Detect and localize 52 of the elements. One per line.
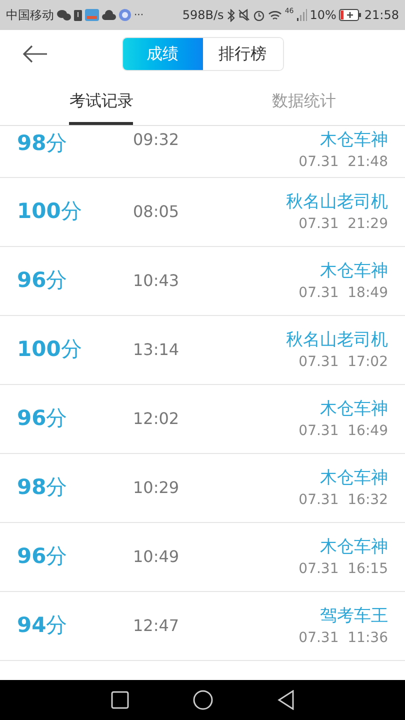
date-time: 07.31 21:29 [298,214,388,234]
duration: 10:49 [133,546,180,568]
duration: 10:29 [133,477,180,499]
score: 100分 [17,336,83,364]
more-indicator: ··· [134,8,144,22]
square-icon [110,691,128,709]
driver-name: 木仓车神 [320,398,388,420]
date-time: 07.31 16:32 [298,490,388,510]
driver-name: 秋名山老司机 [286,190,388,214]
driver-name: 木仓车神 [320,260,388,282]
wifi-icon [268,10,282,20]
driver-name: 木仓车神 [320,536,388,558]
mute-icon [238,9,250,21]
duration: 13:14 [133,339,180,361]
driver-name: 木仓车神 [320,466,388,490]
duration: 09:32 [133,129,180,151]
duration: 10:43 [133,270,180,292]
driver-name: 木仓车神 [320,129,388,152]
date-time: 07.31 16:15 [298,560,388,578]
date-time: 07.31 11:36 [298,628,388,648]
score: 96分 [17,405,68,432]
score: 96分 [17,267,68,294]
battery-alert-icon [74,9,82,21]
app-icon [85,9,99,21]
driver-name: 秋名山老司机 [286,328,388,352]
home-icon [192,690,212,710]
app-icon [119,9,131,21]
score: 98分 [17,474,68,502]
date-time: 07.31 17:02 [298,352,388,372]
score: 94分 [17,612,68,640]
clock: 21:58 [364,7,399,24]
driver-name: 驾考车王 [320,604,388,628]
score: 96分 [17,543,68,570]
duration: 12:47 [133,615,180,637]
battery-charging-icon [339,9,362,21]
carrier-name: 中国移动 [6,7,54,24]
back-icon [276,690,294,710]
alarm-icon [252,9,265,21]
score: 98分 [17,130,68,157]
tab[interactable]: 考试记录 [69,83,134,125]
signal-icon [296,9,307,21]
duration: 08:05 [133,201,180,223]
score: 100分 [17,198,83,226]
chat-icon [57,9,71,21]
date-time: 07.31 16:49 [298,422,388,440]
battery-level: 10% [310,7,336,24]
date-time: 07.31 18:49 [298,284,388,302]
network-speed: 598B/s [182,7,224,24]
bluetooth-icon [226,8,235,22]
duration: 12:02 [133,408,180,430]
cloud-icon [102,10,116,20]
date-time: 07.31 21:48 [298,153,388,172]
